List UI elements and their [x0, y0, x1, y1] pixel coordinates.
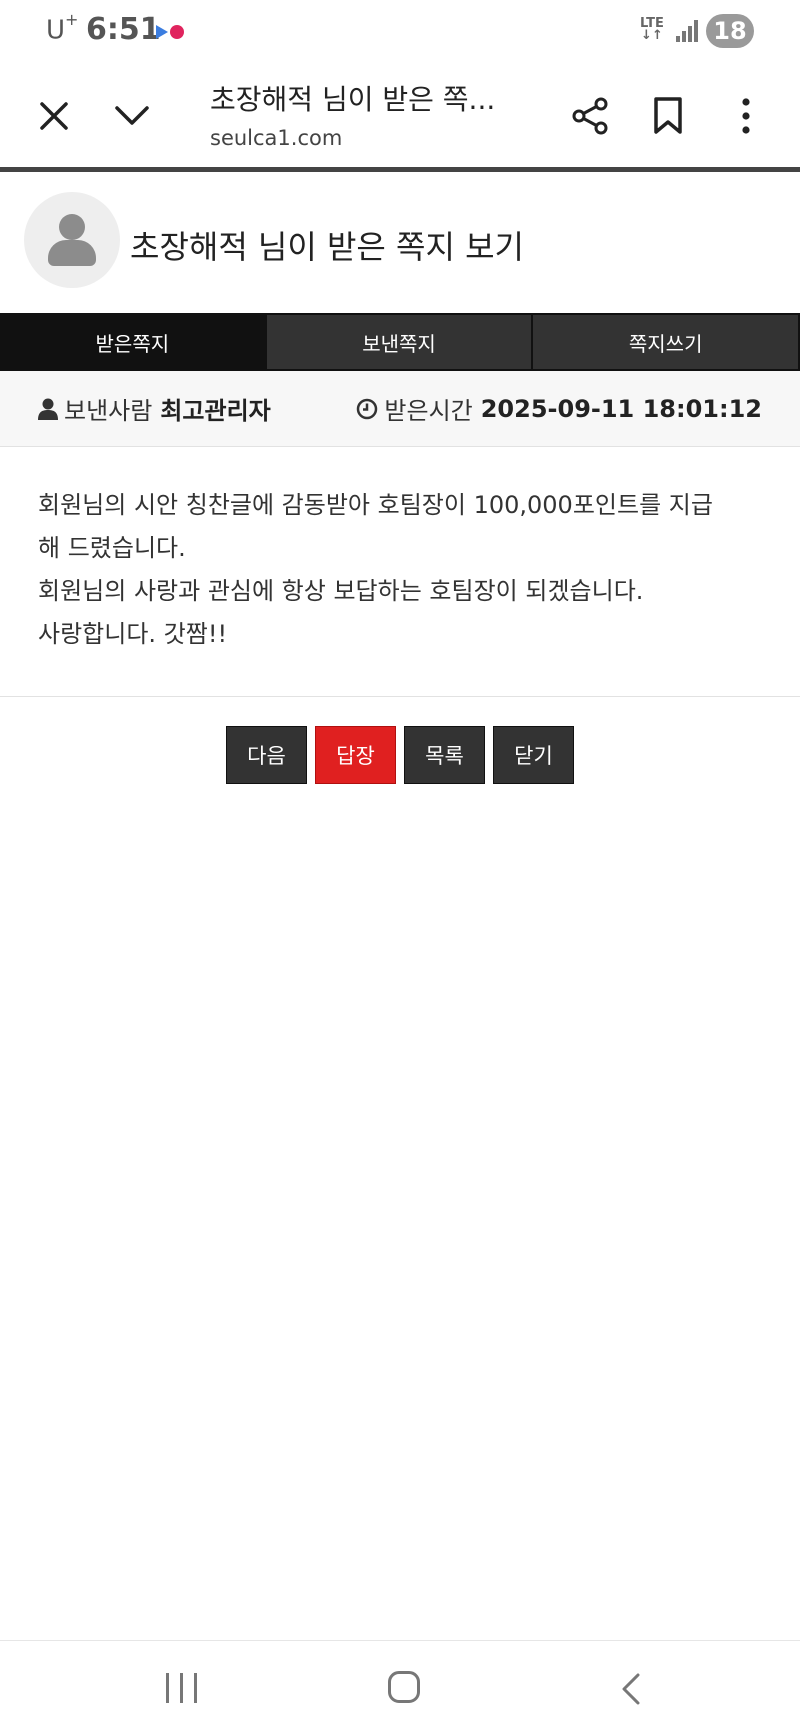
sender-label: 보낸사람 [64, 397, 153, 425]
page-title: 초장해적 님이 받은 쪽지 보기 [130, 228, 524, 266]
memo-line: 회원님의 시안 칭찬글에 감동받아 호팀장이 100,000포인트를 지급 [38, 491, 713, 519]
address-bar[interactable]: 초장해적 님이 받은 쪽... seulca1.com [210, 78, 510, 150]
tab-write[interactable]: 쪽지쓰기 [533, 313, 800, 371]
tab-sent[interactable]: 보낸쪽지 [266, 313, 534, 371]
user-icon [59, 214, 85, 240]
share-icon[interactable] [562, 88, 618, 144]
memo-content: 회원님의 시안 칭찬글에 감동받아 호팀장이 100,000포인트를 지급 해 … [38, 484, 768, 656]
recent-apps-icon[interactable] [164, 1673, 200, 1703]
memo-line: 사랑합니다. 갓짬!! [38, 620, 228, 648]
system-nav-bar [0, 1640, 800, 1734]
sender-name[interactable]: 최고관리자 [160, 391, 270, 426]
back-icon[interactable] [612, 1673, 652, 1705]
tab-title: 초장해적 님이 받은 쪽... [210, 83, 496, 116]
url-domain: seulca1.com [210, 126, 343, 150]
close-button[interactable]: 닫기 [493, 726, 574, 784]
page-header: 초장해적 님이 받은 쪽지 보기 [0, 172, 800, 312]
next-button[interactable]: 다음 [226, 726, 307, 784]
user-icon [38, 398, 58, 420]
notification-icon [156, 24, 186, 40]
close-icon[interactable] [26, 88, 82, 144]
status-bar: U+ 6:51 LTE ↓↑ 18 [0, 0, 800, 62]
carrier-label: U+ [46, 10, 79, 46]
signal-icon [676, 20, 698, 42]
received-time: 2025-09-11 18:01:12 [480, 394, 762, 423]
sender-info: 보낸사람 최고관리자 [38, 391, 271, 426]
memo-line: 해 드렸습니다. [38, 534, 186, 562]
memo-meta: 보낸사람 최고관리자 받은시간 2025-09-11 18:01:12 [0, 371, 800, 447]
bookmark-icon[interactable] [640, 88, 696, 144]
clock: 6:51 [86, 12, 161, 47]
received-label: 받은시간 [384, 397, 473, 425]
list-button[interactable]: 목록 [404, 726, 485, 784]
browser-toolbar: 초장해적 님이 받은 쪽... seulca1.com [0, 62, 800, 168]
reply-button[interactable]: 답장 [315, 726, 396, 784]
received-info: 받은시간 2025-09-11 18:01:12 [356, 391, 762, 426]
memo-tabs: 받은쪽지 보낸쪽지 쪽지쓰기 [0, 313, 800, 371]
chevron-down-icon[interactable] [104, 88, 160, 144]
clock-icon [356, 398, 378, 420]
tab-received[interactable]: 받은쪽지 [0, 313, 267, 371]
memo-line: 회원님의 사랑과 관심에 항상 보답하는 호팀장이 되겠습니다. [38, 577, 644, 605]
network-type-icon: LTE ↓↑ [640, 16, 664, 43]
home-icon[interactable] [388, 1671, 420, 1703]
more-vert-icon[interactable] [718, 88, 774, 144]
battery-indicator: 18 [706, 14, 754, 48]
content-divider [0, 696, 800, 697]
avatar [24, 192, 120, 288]
memo-actions: 다음 답장 목록 닫기 [226, 726, 574, 784]
